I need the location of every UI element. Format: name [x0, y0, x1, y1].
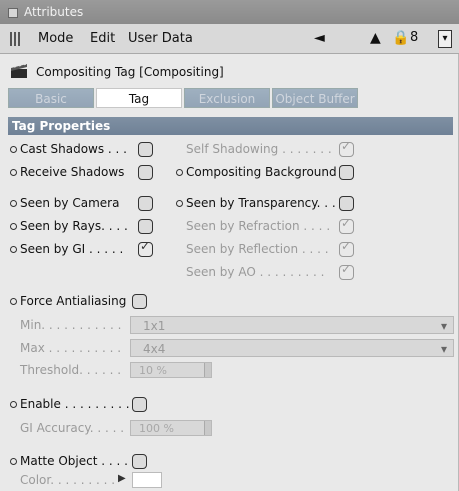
attributes-window: Attributes Mode Edit User Data ◄ ▲ 🔒 8 ▾… — [0, 0, 459, 491]
menubar-grip-icon[interactable] — [10, 32, 22, 46]
matte-object-row: Matte Object . . . . — [10, 451, 128, 471]
seen-by-camera-row: Seen by Camera — [10, 193, 119, 213]
seen-by-rays-label: Seen by Rays. . . . — [20, 219, 128, 233]
window-title: Attributes — [24, 5, 84, 19]
receive-shadows-label: Receive Shadows — [20, 165, 125, 179]
enable-row: Enable . . . . . . . . . — [10, 394, 130, 414]
seen-by-rays-row: Seen by Rays. . . . — [10, 216, 128, 236]
animation-dot-icon[interactable] — [10, 169, 17, 176]
title-bar[interactable]: Attributes — [0, 0, 459, 24]
seen-by-transparency-checkbox[interactable] — [339, 196, 354, 211]
min-label: Min. . . . . . . . . . . — [20, 318, 122, 332]
seen-by-gi-checkbox[interactable] — [138, 239, 153, 257]
object-title: Compositing Tag [Compositing] — [36, 65, 224, 79]
seen-by-transparency-row: Seen by Transparency. . . — [176, 193, 336, 213]
seen-by-camera-checkbox[interactable] — [138, 196, 153, 211]
seen-by-ao-label: Seen by AO . . . . . . . . . — [186, 265, 325, 279]
menu-user-data[interactable]: User Data — [128, 31, 193, 46]
threshold-spinner[interactable] — [204, 363, 211, 377]
gi-accuracy-spinner[interactable] — [204, 421, 211, 435]
seen-by-refraction-checkbox[interactable] — [339, 216, 354, 234]
tab-basic[interactable]: Basic — [8, 88, 94, 108]
compositing-background-row: Compositing Background — [176, 162, 337, 182]
object-header: Compositing Tag [Compositing] — [0, 56, 459, 86]
compositing-background-checkbox[interactable] — [339, 165, 354, 180]
gi-accuracy-value: 100 % — [139, 422, 174, 435]
seen-by-camera-label: Seen by Camera — [20, 196, 120, 210]
receive-shadows-checkbox[interactable] — [138, 165, 153, 180]
matte-object-label: Matte Object . . . . — [20, 454, 128, 468]
menu-mode[interactable]: Mode — [38, 31, 73, 46]
cast-shadows-checkbox[interactable] — [138, 142, 153, 157]
menu-edit[interactable]: Edit — [90, 31, 115, 46]
up-arrow-icon[interactable]: ▲ — [370, 30, 381, 46]
self-shadowing-checkbox[interactable] — [339, 139, 354, 157]
expand-arrow-icon[interactable]: ▶ — [118, 469, 126, 489]
compositing-background-label: Compositing Background — [186, 165, 337, 179]
section-title: Tag Properties — [8, 117, 453, 135]
window-grip-icon[interactable] — [8, 8, 18, 18]
force-antialiasing-row: Force Antialiasing — [10, 291, 126, 311]
lock-count: 8 — [410, 30, 419, 45]
max-label: Max . . . . . . . . . . — [20, 341, 122, 355]
panel-menu-button[interactable]: ▾ — [438, 30, 452, 48]
seen-by-rays-checkbox[interactable] — [138, 219, 153, 234]
cast-shadows-label: Cast Shadows . . . — [20, 142, 127, 156]
seen-by-ao-checkbox[interactable] — [339, 262, 354, 280]
animation-dot-icon[interactable] — [10, 246, 17, 253]
tab-tag[interactable]: Tag — [96, 88, 182, 108]
seen-by-gi-row: Seen by GI . . . . . — [10, 239, 123, 259]
max-value: 4x4 — [143, 342, 166, 356]
animation-dot-icon[interactable] — [10, 458, 17, 465]
threshold-label: Threshold. . . . . . — [20, 363, 122, 377]
color-swatch[interactable] — [132, 472, 162, 488]
force-antialiasing-label: Force Antialiasing — [20, 294, 127, 308]
enable-checkbox[interactable] — [132, 397, 147, 412]
enable-label: Enable . . . . . . . . . — [20, 397, 130, 411]
threshold-field[interactable]: 10 % — [130, 362, 212, 378]
clapperboard-icon — [11, 63, 27, 78]
seen-by-refraction-label: Seen by Refraction . . . . — [186, 219, 331, 233]
min-dropdown[interactable]: 1x1 ▾ — [130, 316, 454, 334]
back-arrow-icon[interactable]: ◄ — [314, 30, 325, 46]
seen-by-transparency-label: Seen by Transparency. . . — [186, 196, 336, 210]
animation-dot-icon[interactable] — [10, 298, 17, 305]
chevron-down-icon: ▾ — [440, 319, 447, 333]
receive-shadows-row: Receive Shadows — [10, 162, 124, 182]
gi-accuracy-label: GI Accuracy. . . . . — [20, 421, 125, 435]
tab-object-buffer[interactable]: Object Buffer — [272, 88, 358, 108]
seen-by-gi-label: Seen by GI . . . . . — [20, 242, 124, 256]
force-antialiasing-checkbox[interactable] — [132, 294, 147, 309]
seen-by-reflection-label: Seen by Reflection . . . . — [186, 242, 329, 256]
threshold-value: 10 % — [139, 364, 167, 377]
animation-dot-icon[interactable] — [176, 169, 183, 176]
animation-dot-icon[interactable] — [10, 223, 17, 230]
gi-accuracy-field[interactable]: 100 % — [130, 420, 212, 436]
menu-bar: Mode Edit User Data ◄ ▲ 🔒 8 ▾ — [0, 24, 459, 54]
seen-by-reflection-checkbox[interactable] — [339, 239, 354, 257]
animation-dot-icon[interactable] — [10, 200, 17, 207]
matte-object-checkbox[interactable] — [132, 454, 147, 469]
chevron-down-icon: ▾ — [440, 342, 447, 356]
tab-exclusion[interactable]: Exclusion — [184, 88, 270, 108]
animation-dot-icon[interactable] — [176, 200, 183, 207]
animation-dot-icon[interactable] — [10, 401, 17, 408]
cast-shadows-row: Cast Shadows . . . — [10, 139, 127, 159]
lock-icon[interactable]: 🔒 — [392, 30, 409, 46]
max-dropdown[interactable]: 4x4 ▾ — [130, 339, 454, 357]
self-shadowing-label: Self Shadowing . . . . . . . — [186, 142, 332, 156]
min-value: 1x1 — [143, 319, 166, 333]
color-label: Color. . . . . . . . . — [20, 473, 116, 487]
animation-dot-icon[interactable] — [10, 146, 17, 153]
